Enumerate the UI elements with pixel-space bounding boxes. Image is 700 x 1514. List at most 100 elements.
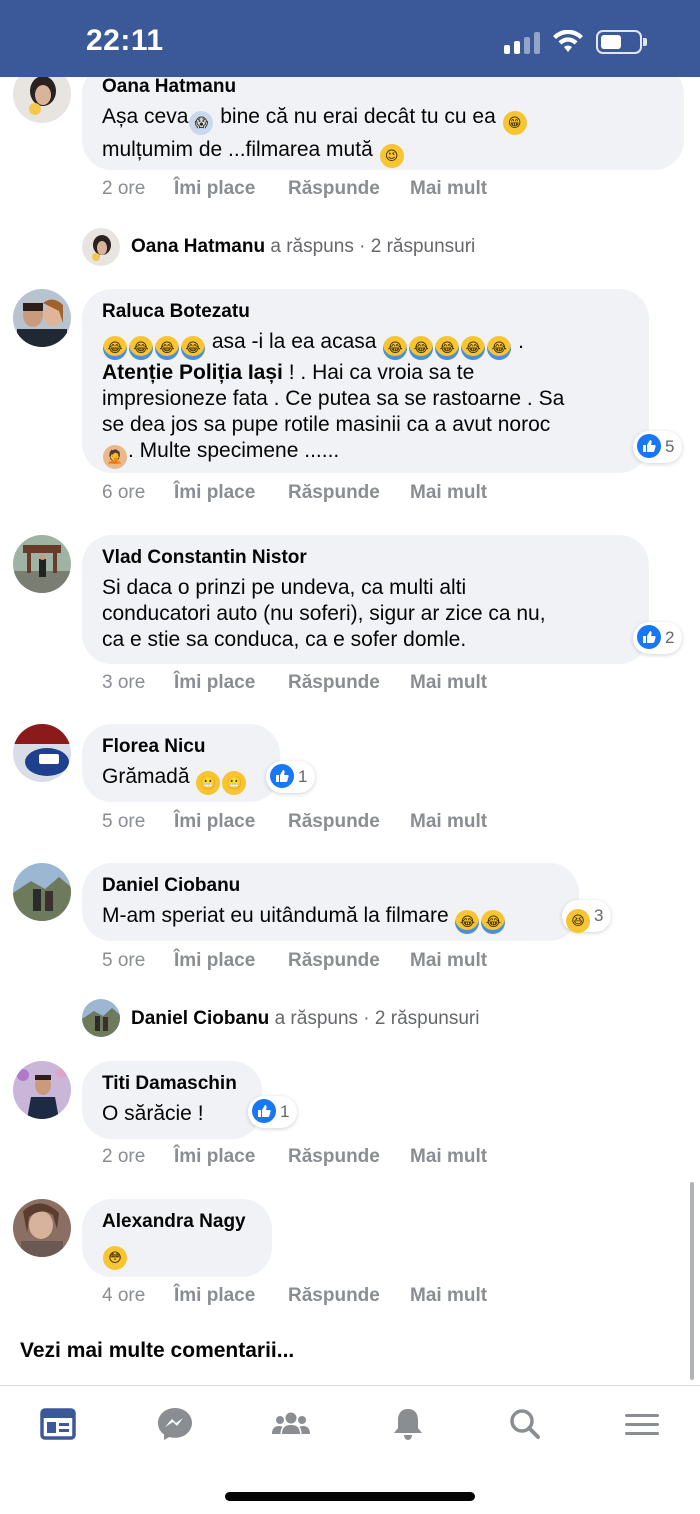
like-button[interactable]: Îmi place (174, 672, 255, 694)
avatar[interactable] (13, 535, 71, 593)
notifications-icon[interactable] (388, 1406, 428, 1442)
comment-text-line: ca e stie sa conduca, ca e sofer domle. (102, 628, 467, 651)
tears-of-joy-emoji: 😂 (455, 910, 480, 934)
reaction-count[interactable]: 1 (248, 1096, 298, 1128)
tears-of-joy-emoji: 😂 (155, 336, 179, 360)
avatar[interactable] (13, 1199, 71, 1257)
avatar[interactable] (13, 77, 71, 123)
comment-author[interactable]: Raluca Botezatu (102, 301, 629, 323)
more-button[interactable]: Mai mult (410, 1285, 487, 1307)
see-more-comments-link[interactable]: Vezi mai multe comentarii... (20, 1339, 294, 1363)
comment-author[interactable]: Oana Hatmanu (102, 77, 664, 98)
reply-button[interactable]: Răspunde (288, 672, 380, 694)
avatar[interactable] (13, 289, 71, 347)
comment-text-line: Si daca o prinzi pe undeva, ca multi alt… (102, 576, 467, 599)
view-replies-link[interactable]: Daniel Ciobanu a răspuns · 2 răspunsuri (131, 1008, 479, 1030)
reply-button[interactable]: Răspunde (288, 1285, 380, 1307)
comment-bubble[interactable]: Florea Nicu Grămadă 😬 😬 (82, 724, 280, 802)
comment-bubble[interactable]: Vlad Constantin Nistor Si daca o prinzi … (82, 535, 649, 664)
comment-age: 3 ore (102, 672, 146, 693)
status-bar: 22:11 (0, 0, 700, 77)
reaction-number: 3 (594, 906, 604, 925)
comment-text: 😳 (102, 1239, 252, 1270)
more-button[interactable]: Mai mult (410, 672, 487, 694)
feed-icon[interactable] (38, 1406, 78, 1442)
like-button[interactable]: Îmi place (174, 950, 255, 972)
comment-text: Grămadă 😬 😬 (102, 764, 260, 795)
avatar[interactable] (13, 724, 71, 782)
like-button[interactable]: Îmi place (174, 178, 255, 200)
more-button[interactable]: Mai mult (410, 811, 487, 833)
more-button[interactable]: Mai mult (410, 482, 487, 504)
face-screaming-emoji: 😱 (189, 111, 214, 135)
comment-bubble[interactable]: Oana Hatmanu Așa ceva 😱 bine că nu erai d… (82, 77, 684, 170)
comment-bubble[interactable]: Titi Damaschin O sărăcie ! (82, 1061, 262, 1139)
tears-of-joy-emoji: 😂 (435, 336, 460, 360)
comment-age: 4 ore (102, 1285, 146, 1306)
mentioned-page-link[interactable]: Atenție Poliția Iași (102, 361, 283, 384)
groups-icon[interactable] (271, 1406, 311, 1442)
comment-bubble[interactable]: Raluca Botezatu 😂 😂 😂 😂 asa -i la ea acasa … (82, 289, 649, 473)
like-button[interactable]: Îmi place (174, 1285, 255, 1307)
tears-of-joy-emoji: 😂 (487, 336, 512, 360)
like-button[interactable]: Îmi place (174, 1146, 255, 1168)
reply-button[interactable]: Răspunde (288, 1146, 380, 1168)
more-button[interactable]: Mai mult (410, 178, 487, 200)
like-button[interactable]: Îmi place (174, 811, 255, 833)
reply-button[interactable]: Răspunde (288, 482, 380, 504)
reply-separator: · (358, 1008, 375, 1029)
laughing-reaction-icon: 😆 (566, 909, 590, 933)
reply-button[interactable]: Răspunde (288, 950, 380, 972)
like-button[interactable]: Îmi place (174, 482, 255, 504)
comment-text-line: conducatori auto (nu soferi), sigur ar z… (102, 602, 546, 625)
avatar[interactable] (13, 1061, 71, 1119)
reply-count: 2 răspunsuri (374, 1008, 480, 1029)
comment-actions: 5 ore Îmi place Răspunde Mai mult (102, 950, 522, 974)
comment-text-line: 😂 😂 😂 😂 asa -i la ea acasa 😂 😂 😂 😂 😂 . (102, 329, 629, 360)
reply-author: Daniel Ciobanu (131, 1008, 270, 1029)
battery-icon (596, 30, 647, 54)
tears-of-joy-emoji: 😂 (461, 336, 486, 360)
comment-author[interactable]: Florea Nicu (102, 736, 260, 758)
comment-age: 5 ore (102, 950, 146, 971)
like-reaction-icon (270, 764, 294, 788)
comment-text: O sărăcie ! (102, 1102, 204, 1125)
comment-bubble[interactable]: Alexandra Nagy 😳 (82, 1199, 272, 1277)
reaction-number: 2 (665, 628, 675, 647)
more-button[interactable]: Mai mult (410, 1146, 487, 1168)
comment-actions: 3 ore Îmi place Răspunde Mai mult (102, 672, 522, 696)
comment-text-line: 🤦. Multe specimene ...... (102, 438, 629, 469)
comment-text-line: Atenție Poliția Iași ! . Hai ca vroia sa… (102, 361, 475, 384)
winking-face-emoji: 😉 (379, 144, 404, 168)
reply-button[interactable]: Răspunde (288, 178, 380, 200)
reaction-count[interactable]: 😆 3 (562, 900, 612, 933)
avatar[interactable] (82, 228, 120, 266)
like-reaction-icon (637, 434, 661, 458)
comments-feed[interactable]: Oana Hatmanu Așa ceva 😱 bine că nu erai d… (0, 77, 700, 1385)
like-reaction-icon (637, 625, 661, 649)
comment-age: 2 ore (102, 1146, 146, 1167)
reply-button[interactable]: Răspunde (288, 811, 380, 833)
comment-author[interactable]: Vlad Constantin Nistor (102, 547, 629, 569)
comment-author[interactable]: Daniel Ciobanu (102, 875, 559, 897)
reaction-count[interactable]: 2 (633, 622, 683, 654)
comment-actions: 2 ore Îmi place Răspunde Mai mult (102, 178, 522, 202)
messenger-icon[interactable] (155, 1406, 195, 1442)
reaction-count[interactable]: 5 (633, 431, 683, 463)
comment-text-line: mulțumim de ...filmarea mută 😉 (102, 137, 664, 168)
comment-text: M-am speriat eu uitândumă la filmare 😂 😂 (102, 903, 559, 934)
scrollbar[interactable] (690, 1182, 694, 1380)
search-icon[interactable] (505, 1406, 545, 1442)
avatar[interactable] (13, 863, 71, 921)
comment-author[interactable]: Titi Damaschin (102, 1073, 242, 1095)
tears-of-joy-emoji: 😂 (383, 336, 408, 360)
comment-bubble[interactable]: Daniel Ciobanu M-am speriat eu uitândumă… (82, 863, 579, 941)
comment-age: 5 ore (102, 811, 146, 832)
comment-author[interactable]: Alexandra Nagy (102, 1211, 252, 1233)
view-replies-link[interactable]: Oana Hatmanu a răspuns · 2 răspunsuri (131, 236, 475, 258)
menu-icon[interactable] (622, 1406, 662, 1442)
more-button[interactable]: Mai mult (410, 950, 487, 972)
avatar[interactable] (82, 999, 120, 1037)
reaction-count[interactable]: 1 (266, 761, 316, 793)
home-indicator[interactable] (225, 1492, 475, 1501)
